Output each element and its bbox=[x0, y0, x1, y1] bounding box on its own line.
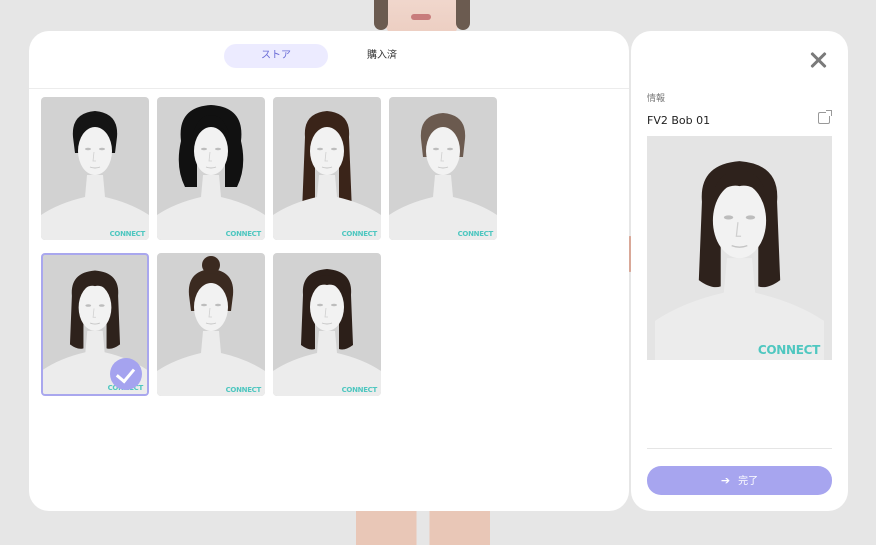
external-link-icon[interactable] bbox=[818, 110, 832, 124]
connect-logo: CONNECT bbox=[109, 230, 146, 238]
hair-item-card[interactable]: CONNECT bbox=[41, 97, 149, 240]
hair-thumb-braided-updo bbox=[41, 111, 149, 240]
selected-check-icon bbox=[110, 358, 142, 390]
detail-panel: 情報 FV2 Bob 01 CONNECT ➔ 完了 bbox=[631, 31, 848, 511]
hair-thumb-long-straight bbox=[273, 111, 381, 240]
connect-logo: CONNECT bbox=[757, 343, 820, 357]
hair-thumb-top-bun bbox=[157, 256, 265, 396]
hair-item-card[interactable]: CONNECT bbox=[157, 253, 265, 396]
background-avatar-legs bbox=[356, 505, 490, 545]
tab-store[interactable]: ストア bbox=[224, 44, 328, 68]
background-avatar-lips bbox=[411, 14, 431, 20]
hair-item-card[interactable]: CONNECT bbox=[389, 97, 497, 240]
connect-logo: CONNECT bbox=[225, 386, 262, 394]
done-button[interactable]: ➔ 完了 bbox=[647, 466, 832, 495]
divider bbox=[647, 448, 832, 449]
hair-item-card[interactable]: CONNECT bbox=[157, 97, 265, 240]
done-label: 完了 bbox=[738, 476, 759, 487]
hair-thumb-curly-afro bbox=[157, 105, 265, 240]
info-label: 情報 bbox=[647, 94, 666, 104]
preview-bust bbox=[655, 161, 824, 360]
connect-logo: CONNECT bbox=[225, 230, 262, 238]
tab-purchased[interactable]: 購入済 bbox=[330, 44, 434, 68]
tab-bar: ストア 購入済 bbox=[29, 31, 629, 89]
hair-thumb-short-tied bbox=[389, 113, 497, 240]
arrow-right-icon: ➔ bbox=[720, 474, 731, 487]
item-preview-image: CONNECT bbox=[647, 136, 832, 360]
hair-item-card[interactable]: CONNECT bbox=[273, 253, 381, 396]
hair-thumb-bob-short bbox=[273, 269, 381, 396]
item-name: FV2 Bob 01 bbox=[647, 114, 711, 127]
connect-logo: CONNECT bbox=[341, 230, 378, 238]
connect-logo: CONNECT bbox=[341, 386, 378, 394]
store-panel: ストア 購入済 CONNECT CONNECT CONNECT CONNECT … bbox=[29, 31, 629, 511]
connect-logo: CONNECT bbox=[457, 230, 494, 238]
hair-item-card[interactable]: CONNECT bbox=[273, 97, 381, 240]
close-icon[interactable] bbox=[807, 49, 829, 71]
hair-item-card[interactable]: CONNECT bbox=[41, 253, 149, 396]
